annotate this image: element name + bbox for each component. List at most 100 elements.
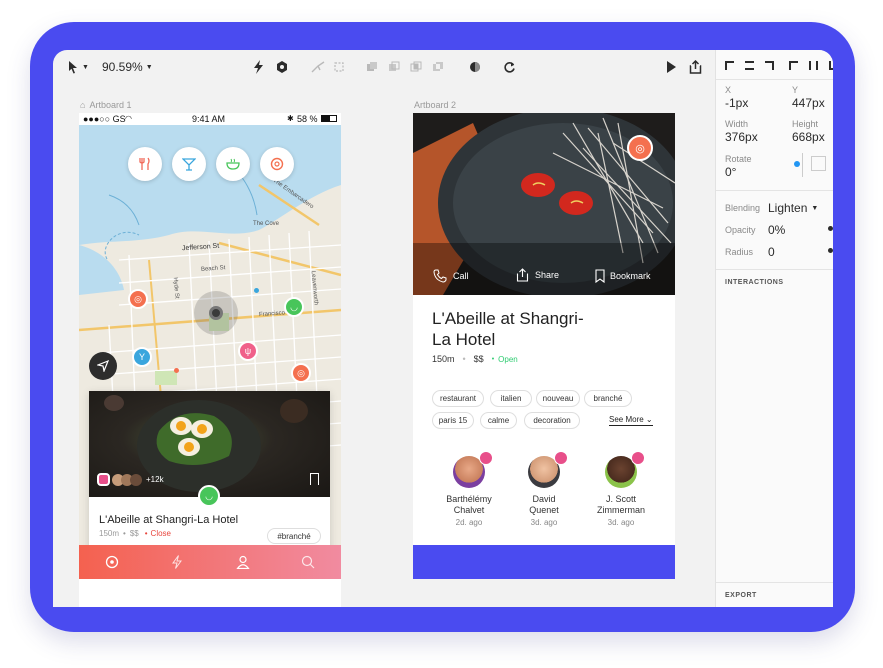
- call-button[interactable]: Call: [433, 269, 469, 283]
- interactions-heading[interactable]: INTERACTIONS: [725, 279, 784, 286]
- home-icon: ⌂: [80, 100, 86, 110]
- map-pin-sweets[interactable]: ◎: [128, 289, 148, 309]
- status-bar: [413, 113, 675, 125]
- map-dot: [174, 368, 179, 373]
- component-button[interactable]: [276, 59, 288, 75]
- boolean-subtract-button[interactable]: [388, 59, 400, 75]
- tag-chip[interactable]: calme: [480, 412, 517, 429]
- bluetooth-icon: ✱: [287, 114, 294, 123]
- distance: 150m: [432, 354, 455, 364]
- artboard-1-label[interactable]: ⌂ Artboard 1: [80, 100, 131, 110]
- zoom-dropdown[interactable]: 90.59% ▼: [102, 59, 153, 75]
- artboard-2-label[interactable]: Artboard 2: [414, 100, 456, 110]
- category-restaurant-button[interactable]: [128, 147, 162, 181]
- repeat-grid-button[interactable]: [503, 59, 516, 75]
- navigation-arrow-icon: [97, 360, 109, 372]
- map-view[interactable]: Jefferson St Beach St Francisco St Hyde …: [79, 125, 341, 545]
- y-field[interactable]: 447px: [792, 96, 825, 110]
- radius-slider-handle[interactable]: [828, 248, 833, 253]
- artboard-1[interactable]: ●●●○○ GS ◠ 9:41 AM ✱ 58 % Jefferson St B…: [79, 113, 341, 607]
- map-pin-sweets-2[interactable]: ◎: [291, 363, 311, 383]
- bolt-icon: [172, 555, 183, 569]
- tag-chip[interactable]: restaurant: [432, 390, 484, 407]
- locate-me-button[interactable]: [89, 352, 117, 380]
- align-middle-icon[interactable]: [809, 61, 818, 70]
- tab-activity[interactable]: [145, 545, 211, 579]
- card-tag-chip[interactable]: #branché: [267, 528, 321, 544]
- tag-chip[interactable]: branché: [584, 390, 632, 407]
- reviewer[interactable]: J. Scott Zimmerman 3d. ago: [584, 451, 658, 527]
- blending-label: Blending: [725, 203, 761, 213]
- map-pin-bar[interactable]: Y: [132, 347, 152, 367]
- radius-field[interactable]: 0: [768, 245, 775, 259]
- card-meta: 150m • $$ • Close: [99, 529, 171, 538]
- artboard-tool-button[interactable]: [333, 59, 345, 75]
- width-field[interactable]: 376px: [725, 130, 758, 144]
- tag-chip[interactable]: nouveau: [536, 390, 580, 407]
- hexagon-icon: [277, 61, 287, 73]
- share-button[interactable]: Share: [516, 268, 559, 282]
- export-heading[interactable]: EXPORT: [725, 592, 757, 599]
- exclude-icon: [433, 62, 443, 71]
- tab-search[interactable]: [276, 545, 342, 579]
- align-center-icon[interactable]: [745, 61, 754, 70]
- boolean-union-button[interactable]: [366, 59, 378, 75]
- restaurant-hero-photo: ◎ Call Share Bookmark: [413, 113, 675, 295]
- boolean-intersect-button[interactable]: [410, 59, 422, 75]
- bookmark-button[interactable]: Bookmark: [595, 269, 651, 283]
- play-icon: [667, 61, 676, 73]
- pen-tool-button[interactable]: [311, 59, 325, 75]
- reviewer[interactable]: David Quenet 3d. ago: [507, 451, 581, 527]
- align-bottom-icon[interactable]: [829, 61, 833, 70]
- tag-chip[interactable]: paris 15: [432, 412, 474, 429]
- blending-dropdown[interactable]: Lighten ▼: [768, 201, 818, 215]
- boolean-exclude-button[interactable]: [432, 59, 444, 75]
- opacity-slider-handle[interactable]: [828, 226, 833, 231]
- category-sweets-button[interactable]: [260, 147, 294, 181]
- bookmark-icon: [595, 269, 605, 283]
- align-top-icon[interactable]: [789, 61, 798, 70]
- restaurant-meta: 150m • $$ • Open: [432, 354, 518, 364]
- category-cafe-button[interactable]: [216, 147, 250, 181]
- height-field[interactable]: 668px: [792, 130, 825, 144]
- card-price: $$: [129, 529, 139, 538]
- select-tool-button[interactable]: ▼: [67, 59, 89, 75]
- card-title: L'Abeille at Shangri-La Hotel: [99, 514, 239, 526]
- instagram-icon: [479, 451, 493, 465]
- search-icon: [302, 555, 315, 569]
- reviewer-time: 3d. ago: [530, 518, 558, 527]
- radius-label: Radius: [725, 247, 754, 257]
- map-pin-cafe[interactable]: ◡: [284, 297, 304, 317]
- mask-button[interactable]: [469, 59, 481, 75]
- opacity-field[interactable]: 0%: [768, 223, 785, 237]
- bookmark-icon[interactable]: [310, 473, 319, 485]
- design-app-window: ▼ 90.59% ▼ ⌂ Artboard 1 Artboard 2 ●●●○○…: [53, 50, 833, 607]
- restaurant-card[interactable]: +12k ◡ L'Abeille at Shangri-La Hotel 150…: [89, 391, 330, 545]
- battery-icon: [321, 115, 337, 122]
- width-label: Width: [725, 119, 749, 129]
- y-label: Y: [792, 85, 799, 95]
- x-field[interactable]: -1px: [725, 96, 748, 110]
- share-button[interactable]: [689, 59, 702, 75]
- chevron-down-icon: ▼: [811, 204, 819, 212]
- play-preview-button[interactable]: [666, 59, 676, 75]
- align-left-icon[interactable]: [725, 61, 734, 70]
- see-more-link[interactable]: See More ⌄: [609, 415, 653, 426]
- bolt-button[interactable]: [253, 59, 264, 75]
- rotate-field[interactable]: 0°: [725, 165, 736, 179]
- tab-profile[interactable]: [210, 545, 276, 579]
- bolt-icon: [254, 60, 263, 74]
- reviewer-name: J. Scott: [605, 494, 636, 504]
- map-pin-restaurant[interactable]: ψ: [238, 341, 258, 361]
- restaurant-card-photo: +12k: [89, 391, 330, 497]
- reviewer[interactable]: Barthélémy Chalvet 2d. ago: [432, 451, 506, 527]
- artboard-2[interactable]: ◎ Call Share Bookmark L'Abeille at Shang…: [413, 113, 675, 579]
- tag-chip[interactable]: decoration: [524, 412, 580, 429]
- rotate-dial[interactable]: [792, 153, 826, 177]
- upload-icon: [689, 60, 702, 74]
- tag-chip[interactable]: italien: [490, 390, 532, 407]
- category-bar-button[interactable]: [172, 147, 206, 181]
- chevron-down-icon: ⌄: [645, 415, 653, 424]
- align-right-icon[interactable]: [765, 61, 774, 70]
- tab-explore[interactable]: [79, 545, 145, 579]
